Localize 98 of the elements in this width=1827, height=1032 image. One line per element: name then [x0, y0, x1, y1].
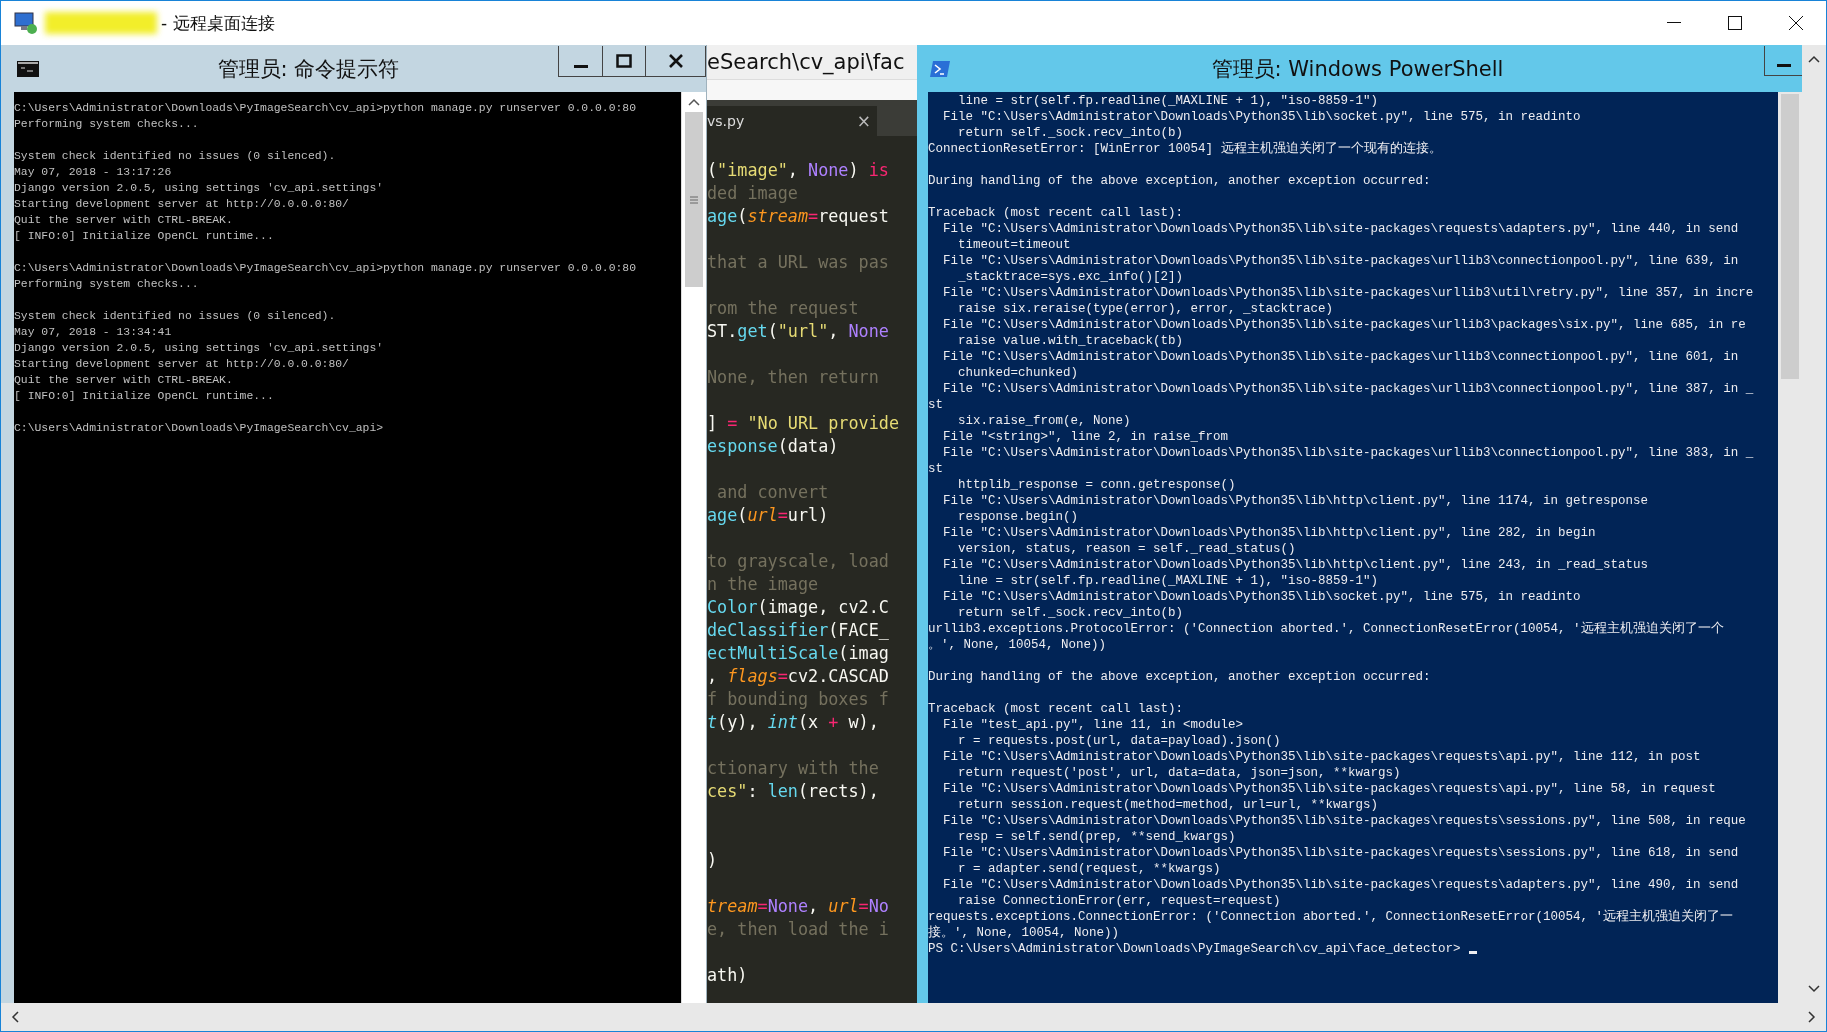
code-line: Color(image, cv2.C	[707, 596, 890, 619]
code-line: ces": len(rects),	[707, 780, 880, 803]
terminal-line: File "C:\Users\Administrator\Downloads\Python35\lib\site-packages\requests\api.py", line 112, in post	[942, 749, 1702, 765]
terminal-line: File "C:\Users\Administrator\Downloads\Python35\lib\site-packages\urllib3\connectionpool.py", line 387, in _	[942, 381, 1755, 397]
code-line: rom the request	[707, 297, 860, 320]
terminal-line: File "C:\Users\Administrator\Downloads\Python35\lib\http\client.py", line 243, in _read_status	[942, 557, 1650, 573]
terminal-line: resp = self.send(prep, **send_kwargs)	[957, 829, 1237, 845]
code-line: esponse(data)	[707, 435, 840, 458]
terminal-line: During handling of the above exception, another exception occurred:	[928, 669, 1432, 685]
terminal-line: six.raise_from(e, None)	[957, 413, 1132, 429]
code-line: ] = "No URL provide	[707, 412, 900, 435]
terminal-line: 。', None, 10054, None))	[928, 637, 1108, 653]
terminal-line: Performing system checks...	[14, 277, 200, 292]
code-line: , flags=cv2.CASCAD	[707, 665, 890, 688]
terminal-line: timeout=timeout	[957, 237, 1072, 253]
code-line: to grayscale, load	[707, 550, 890, 573]
code-line: age(url=url)	[707, 504, 830, 527]
terminal-line: File "C:\Users\Administrator\Downloads\Python35\lib\socket.py", line 575, in readinto	[942, 109, 1582, 125]
terminal-line: Django version 2.0.5, using settings 'cv_api.settings'	[14, 341, 385, 356]
terminal-line: C:\Users\Administrator\Downloads\PyImageSearch\cv_api>	[14, 421, 385, 436]
terminal-line: [ INFO:0] Initialize OpenCL runtime...	[14, 389, 275, 404]
code-line: that a URL was pas	[707, 251, 890, 274]
terminal-line: st	[928, 461, 944, 477]
terminal-line: raise ConnectionError(err, request=request)	[957, 893, 1282, 909]
code-line: ST.get("url", None	[707, 320, 890, 343]
terminal-line: File "C:\Users\Administrator\Downloads\Python35\lib\site-packages\urllib3\packages\six.py", line 685, in re	[942, 317, 1747, 333]
terminal-line: st	[928, 397, 944, 413]
terminal-line: return self._sock.recv_into(b)	[957, 125, 1185, 141]
code-line: ctionary with the	[707, 757, 880, 780]
terminal-line: PS C:\Users\Administrator\Downloads\PyImageSearch\cv_api\face_detector>	[928, 941, 1778, 957]
terminal-line: urllib3.exceptions.ProtocolError: ('Connection aborted.', ConnectionResetError(10054, '远程主机强迫关闭了一个	[928, 621, 1725, 637]
terminal-line: File "<string>", line 2, in raise_from	[942, 429, 1230, 445]
terminal-line: chunked=chunked)	[957, 365, 1080, 381]
terminal-line: C:\Users\Administrator\Downloads\PyImageSearch\cv_api>python manage.py runserver 0.0.0.0:80	[14, 101, 638, 116]
terminal-line: May 07, 2018 - 13:34:41	[14, 325, 173, 340]
terminal-line: File "C:\Users\Administrator\Downloads\Python35\lib\socket.py", line 575, in readinto	[942, 589, 1582, 605]
code-line: ath)	[707, 964, 749, 987]
terminal-line: Quit the server with CTRL-BREAK.	[14, 373, 234, 388]
code-line: ectMultiScale(imag	[707, 642, 890, 665]
code-line: e, then load the i	[707, 918, 890, 941]
terminal-line: version, status, reason = self._read_status()	[957, 541, 1297, 557]
terminal-line: File "C:\Users\Administrator\Downloads\Python35\lib\site-packages\urllib3\util\retry.py", line 357, in incre	[942, 285, 1755, 301]
terminal-line: ConnectionResetError: [WinError 10054] 远程主机强迫关闭了一个现有的连接。	[928, 141, 1443, 157]
window-title: 管理员: 命令提示符	[216, 56, 401, 83]
terminal-line: File "C:\Users\Administrator\Downloads\Python35\lib\site-packages\requests\sessions.py", line 508, in reque	[942, 813, 1747, 829]
tab-close-button[interactable]: ×	[856, 111, 871, 131]
code-line: None, then return	[707, 366, 880, 389]
terminal-line: _stacktrace=sys.exc_info()[2])	[957, 269, 1185, 285]
window-title: 管理员: Windows PowerShell	[1210, 56, 1505, 83]
code-line: t(y), int(x + w),	[707, 711, 880, 734]
terminal-line: response.begin()	[957, 509, 1080, 525]
terminal-line: httplib_response = conn.getresponse()	[957, 477, 1237, 493]
terminal-line: File "C:\Users\Administrator\Downloads\Python35\lib\site-packages\requests\adapters.py", line 490, in send	[942, 877, 1740, 893]
code-line: n the image	[707, 573, 820, 596]
terminal-line: File "C:\Users\Administrator\Downloads\Python35\lib\site-packages\urllib3\connectionpool.py", line 383, in _	[942, 445, 1755, 461]
terminal-line: File "C:\Users\Administrator\Downloads\Python35\lib\site-packages\urllib3\connectionpool.py", line 601, in	[942, 349, 1740, 365]
terminal-line: File "test_api.py", line 11, in <module>	[942, 717, 1245, 733]
terminal-line: File "C:\Users\Administrator\Downloads\Python35\lib\site-packages\requests\adapters.py", line 440, in send	[942, 221, 1740, 237]
terminal-line: Starting development server at http://0.0.0.0:80/	[14, 357, 350, 372]
code-line: deClassifier(FACE_	[707, 619, 890, 642]
terminal-line: File "C:\Users\Administrator\Downloads\Python35\lib\site-packages\requests\sessions.py", line 618, in send	[942, 845, 1740, 861]
code-line: and convert	[716, 481, 830, 504]
code-line: )	[707, 849, 719, 872]
terminal-line: File "C:\Users\Administrator\Downloads\Python35\lib\site-packages\requests\api.py", line 58, in request	[942, 781, 1717, 797]
terminal-line: raise value.with_traceback(tb)	[957, 333, 1185, 349]
terminal-line: During handling of the above exception, another exception occurred:	[928, 173, 1432, 189]
terminal-line: File "C:\Users\Administrator\Downloads\Python35\lib\http\client.py", line 282, in begin	[942, 525, 1597, 541]
terminal-line: 接。', None, 10054, None))	[928, 925, 1121, 941]
terminal-line: requests.exceptions.ConnectionError: ('Connection aborted.', ConnectionResetError(10054, '远程主机强迫关闭了一	[928, 909, 1735, 925]
terminal-line: Performing system checks...	[14, 117, 200, 132]
terminal-line: return request('post', url, data=data, json=json, **kwargs)	[957, 765, 1402, 781]
terminal-line: System check identified no issues (0 silenced).	[14, 149, 337, 164]
code-line: age(stream=request	[707, 205, 890, 228]
terminal-line: May 07, 2018 - 13:17:26	[14, 165, 173, 180]
terminal-line: Quit the server with CTRL-BREAK.	[14, 213, 234, 228]
terminal-line: Traceback (most recent call last):	[928, 701, 1185, 717]
terminal-line: return session.request(method=method, url=url, **kwargs)	[957, 797, 1380, 813]
terminal-line: line = str(self.fp.readline(_MAXLINE + 1), "iso-8859-1")	[957, 573, 1380, 589]
code-line: ("image", None) is	[707, 159, 890, 182]
code-line: f bounding boxes f	[707, 688, 890, 711]
terminal-line: return self._sock.recv_into(b)	[957, 605, 1185, 621]
terminal-line: line = str(self.fp.readline(_MAXLINE + 1), "iso-8859-1")	[957, 93, 1380, 109]
terminal-line: Django version 2.0.5, using settings 'cv_api.settings'	[14, 181, 385, 196]
window-title: - 远程桌面连接	[161, 11, 275, 35]
terminal-line: raise six.reraise(type(error), error, _stacktrace)	[957, 301, 1335, 317]
terminal-line: [ INFO:0] Initialize OpenCL runtime...	[14, 229, 275, 244]
terminal-line: File "C:\Users\Administrator\Downloads\Python35\lib\http\client.py", line 1174, in getresponse	[942, 493, 1650, 509]
terminal-line: r = adapter.send(request, **kwargs)	[957, 861, 1222, 877]
code-line: tream=None, url=No	[707, 895, 890, 918]
terminal-line: r = requests.post(url, data=payload).json()	[957, 733, 1282, 749]
terminal-line: File "C:\Users\Administrator\Downloads\Python35\lib\site-packages\urllib3\connectionpool.py", line 639, in	[942, 253, 1740, 269]
terminal-line: System check identified no issues (0 silenced).	[14, 309, 337, 324]
code-line: ded image	[707, 182, 799, 205]
terminal-line: Traceback (most recent call last):	[928, 205, 1185, 221]
terminal-line: C:\Users\Administrator\Downloads\PyImageSearch\cv_api>python manage.py runserver 0.0.0.0:80	[14, 261, 638, 276]
editor-tab[interactable]: vs.py ×	[707, 106, 877, 136]
terminal-line: Starting development server at http://0.0.0.0:80/	[14, 197, 350, 212]
window-title: eSearch\cv_api\fac	[707, 45, 917, 79]
